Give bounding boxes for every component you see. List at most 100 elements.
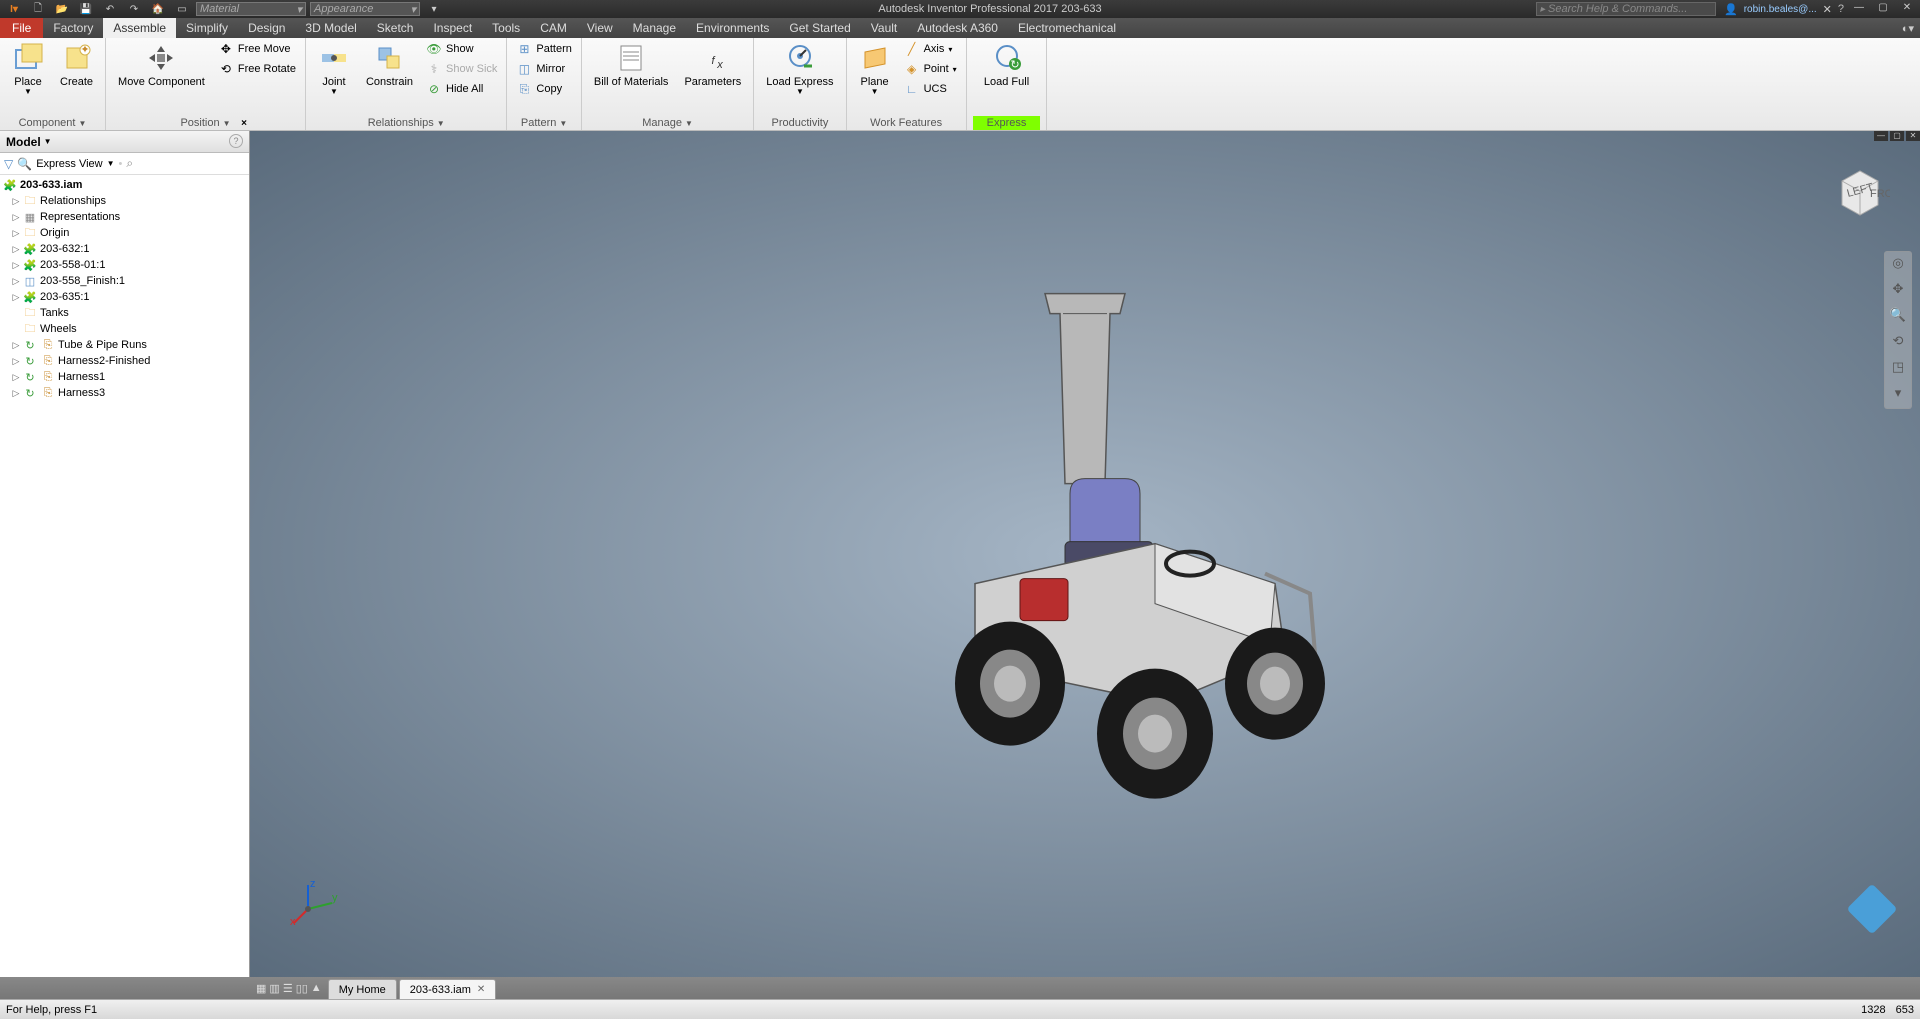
save-icon[interactable]: 💾 <box>76 2 96 16</box>
tree-root[interactable]: 🧩203-633.iam <box>0 177 249 193</box>
load-full-button[interactable]: ↻ Load Full <box>978 40 1035 90</box>
ribbon-appearance-icon[interactable]: ◐▾ <box>1902 22 1914 35</box>
mirror-button[interactable]: ◫Mirror <box>513 60 574 78</box>
tree-item[interactable]: ▷🧩203-632:1 <box>0 241 249 257</box>
plane-button[interactable]: Plane▼ <box>853 40 897 99</box>
tab-view[interactable]: View <box>577 18 623 38</box>
ucs-button[interactable]: ∟UCS <box>901 80 960 98</box>
constrain-button[interactable]: Constrain <box>360 40 419 90</box>
axis-triad: z y x <box>290 877 330 917</box>
tab-cam[interactable]: CAM <box>530 18 577 38</box>
tree-item[interactable]: ▷▦Representations <box>0 209 249 225</box>
axis-button[interactable]: ╱Axis ▾ <box>901 40 960 58</box>
maximize-icon[interactable]: ▢ <box>1874 2 1892 16</box>
parameters-button[interactable]: fx Parameters <box>678 40 747 90</box>
favorite-icon[interactable]: ✕ <box>1823 3 1832 16</box>
signin-icon[interactable]: 👤 <box>1724 3 1738 16</box>
show-sick-button[interactable]: ⚕Show Sick <box>423 60 500 78</box>
tree-item[interactable]: ▷🧩203-558-01:1 <box>0 257 249 273</box>
pan-icon[interactable]: ✥ <box>1888 281 1908 301</box>
place-button[interactable]: Place▼ <box>6 40 50 99</box>
browser-help-icon[interactable]: ? <box>229 134 243 148</box>
tab-my-home[interactable]: My Home <box>328 979 397 999</box>
tab-getstarted[interactable]: Get Started <box>779 18 860 38</box>
tab-simplify[interactable]: Simplify <box>176 18 238 38</box>
help-icon[interactable]: ? <box>1838 3 1844 15</box>
select-icon[interactable]: ▭ <box>172 2 192 16</box>
tree-item[interactable]: ▷↻⎘Harness2-Finished <box>0 353 249 369</box>
tab-document[interactable]: 203-633.iam✕ <box>399 979 497 999</box>
tab-inspect[interactable]: Inspect <box>423 18 482 38</box>
tab-electromechanical[interactable]: Electromechanical <box>1008 18 1126 38</box>
tab-manage[interactable]: Manage <box>623 18 686 38</box>
view-mode-3-icon[interactable]: ☰ <box>283 982 293 995</box>
orbit-icon[interactable]: ⟲ <box>1888 333 1908 353</box>
bom-button[interactable]: Bill of Materials <box>588 40 675 90</box>
view-mode-label[interactable]: Express View <box>36 158 102 170</box>
nav-more-icon[interactable]: ▾ <box>1888 385 1908 405</box>
view-cube[interactable]: FRONT LEFT <box>1830 161 1890 221</box>
create-button[interactable]: ✦ Create <box>54 40 99 90</box>
qat-dropdown-icon[interactable]: ▾ <box>424 2 444 16</box>
tab-3dmodel[interactable]: 3D Model <box>295 18 366 38</box>
redo-icon[interactable]: ↷ <box>124 2 144 16</box>
appearance-dropdown[interactable]: Appearance▾ <box>310 2 420 16</box>
tab-factory[interactable]: Factory <box>43 18 103 38</box>
tab-design[interactable]: Design <box>238 18 295 38</box>
browser-close-icon[interactable]: × <box>241 118 247 129</box>
view-mode-up-icon[interactable]: ▲ <box>311 982 322 994</box>
user-label[interactable]: robin.beales@... <box>1744 4 1817 15</box>
vp-minimize-icon[interactable]: — <box>1874 131 1888 141</box>
tree-item[interactable]: ▷↻⎘Harness1 <box>0 369 249 385</box>
hide-all-button[interactable]: ⊘Hide All <box>423 80 500 98</box>
tree-item[interactable]: ▷◫203-558_Finish:1 <box>0 273 249 289</box>
search-icon[interactable]: 🔍 <box>17 157 32 171</box>
view-mode-1-icon[interactable]: ▦ <box>256 982 266 995</box>
file-tab[interactable]: File <box>0 18 43 38</box>
view-mode-2-icon[interactable]: ▥ <box>269 982 279 995</box>
pattern-button[interactable]: ⊞Pattern <box>513 40 574 58</box>
move-component-button[interactable]: Move Component <box>112 40 211 90</box>
tree-item[interactable]: ▷🗀Origin <box>0 225 249 241</box>
tab-environments[interactable]: Environments <box>686 18 779 38</box>
minimize-icon[interactable]: — <box>1850 2 1868 16</box>
zoom-icon[interactable]: 🔍 <box>1888 307 1908 327</box>
vp-close-icon[interactable]: ✕ <box>1906 131 1920 141</box>
view-mode-4-icon[interactable]: ▯▯ <box>296 982 308 995</box>
tab-close-icon[interactable]: ✕ <box>477 984 485 995</box>
free-rotate-button[interactable]: ⟲Free Rotate <box>215 60 299 78</box>
tree-item[interactable]: ▷↻⎘Harness3 <box>0 385 249 401</box>
app-menu-icon[interactable]: I▾ <box>4 2 24 16</box>
material-dropdown[interactable]: Material▾ <box>196 2 306 16</box>
home-icon[interactable]: 🏠 <box>148 2 168 16</box>
a360-icon[interactable] <box>1847 884 1898 935</box>
joint-button[interactable]: Joint▼ <box>312 40 356 99</box>
tree-item[interactable]: ▷🧩203-635:1 <box>0 289 249 305</box>
browser-dropdown-icon[interactable]: ▼ <box>44 137 52 146</box>
close-icon[interactable]: ✕ <box>1898 2 1916 16</box>
show-button[interactable]: 👁Show <box>423 40 500 58</box>
vp-restore-icon[interactable]: ▢ <box>1890 131 1904 141</box>
search-help-input[interactable]: ▸ Search Help & Commands... <box>1536 2 1716 16</box>
new-icon[interactable]: 🗋 <box>28 2 48 16</box>
copy-button[interactable]: ⎘Copy <box>513 80 574 98</box>
tab-sketch[interactable]: Sketch <box>367 18 424 38</box>
steering-wheel-icon[interactable]: ◎ <box>1888 255 1908 275</box>
tree-item[interactable]: ▷🗀Relationships <box>0 193 249 209</box>
tab-a360[interactable]: Autodesk A360 <box>907 18 1008 38</box>
free-move-button[interactable]: ✥Free Move <box>215 40 299 58</box>
tab-assemble[interactable]: Assemble <box>103 18 176 38</box>
load-express-button[interactable]: Load Express▼ <box>760 40 839 99</box>
open-icon[interactable]: 📂 <box>52 2 72 16</box>
tab-vault[interactable]: Vault <box>861 18 907 38</box>
graphics-viewport[interactable]: — ▢ ✕ FRONT LEFT ◎ ✥ 🔍 ⟲ ◳ ▾ <box>250 131 1920 977</box>
lookat-icon[interactable]: ◳ <box>1888 359 1908 379</box>
find-icon[interactable]: ⌕ <box>126 156 133 171</box>
undo-icon[interactable]: ↶ <box>100 2 120 16</box>
tree-item[interactable]: ▷↻⎘Tube & Pipe Runs <box>0 337 249 353</box>
tree-item[interactable]: 🗀Tanks <box>0 305 249 321</box>
tab-tools[interactable]: Tools <box>482 18 530 38</box>
tree-item[interactable]: 🗀Wheels <box>0 321 249 337</box>
filter-icon[interactable]: ▽ <box>4 157 13 171</box>
point-button[interactable]: ◈Point ▾ <box>901 60 960 78</box>
